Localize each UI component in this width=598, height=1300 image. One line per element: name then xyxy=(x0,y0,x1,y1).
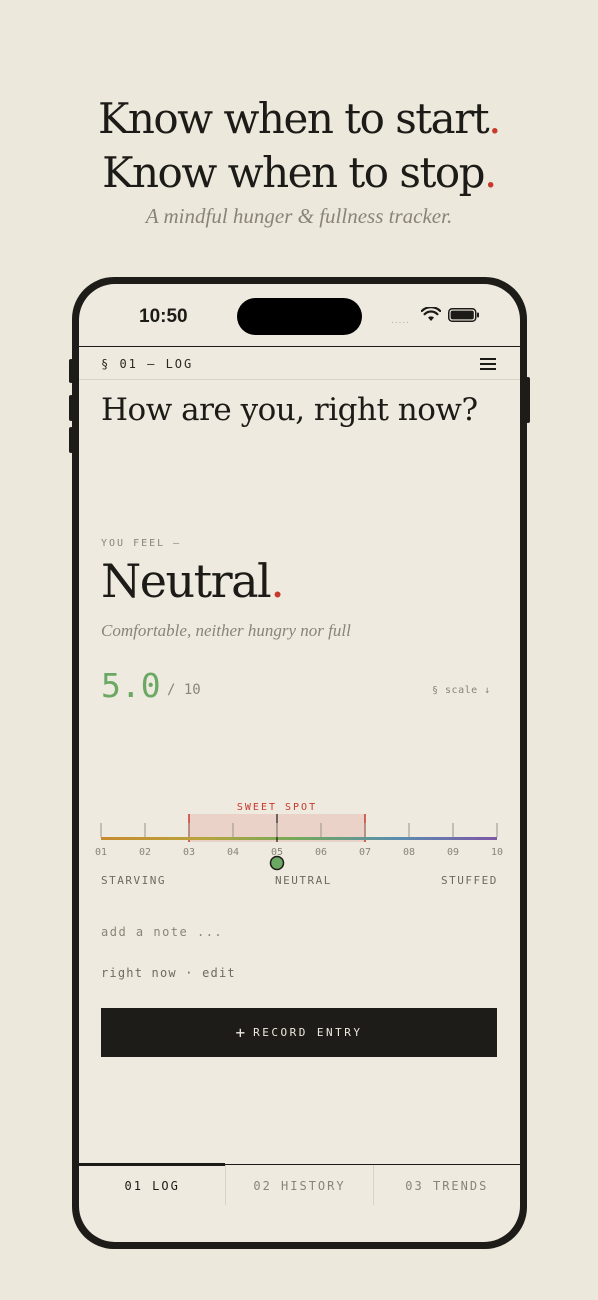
state-word-dot: . xyxy=(270,554,285,608)
phone-screen: 10:50 ..... § 01 — LOG How are you, righ… xyxy=(79,284,520,1242)
score-max: / 10 xyxy=(167,682,201,698)
scale-link[interactable]: § scale ↓ xyxy=(432,685,491,696)
entry-time-edit[interactable]: right now · edit xyxy=(101,966,236,980)
tab-log[interactable]: 01 LOG xyxy=(79,1163,226,1205)
top-bar: § 01 — LOG xyxy=(79,346,520,380)
menu-icon[interactable] xyxy=(480,358,496,370)
battery-icon xyxy=(448,308,479,322)
tab-history[interactable]: 02 HISTORY xyxy=(225,1165,372,1205)
hero-line-1: Know when to start xyxy=(97,94,490,143)
scale-tick-label-04: 04 xyxy=(227,847,239,858)
section-label: § 01 — LOG xyxy=(101,357,194,371)
sweet-spot-label: SWEET SPOT xyxy=(237,802,317,813)
scale-tick-label-07: 07 xyxy=(359,847,371,858)
plus-icon: + xyxy=(235,1023,246,1042)
wifi-icon xyxy=(421,307,441,321)
record-entry-button[interactable]: + RECORD ENTRY xyxy=(101,1008,497,1057)
scale-tick-label-06: 06 xyxy=(315,847,327,858)
anchor-stuffed: STUFFED xyxy=(441,874,498,887)
state-description: Comfortable, neither hungry nor full xyxy=(101,621,351,640)
hero-line-1-dot: . xyxy=(488,94,501,143)
page-title: How are you, right now? xyxy=(101,392,478,428)
hunger-scale-slider[interactable]: SWEET SPOT 01 02 03 04 05 06 07 08 09 10 xyxy=(79,794,520,874)
volume-up-button xyxy=(69,395,73,421)
status-time: 10:50 xyxy=(139,306,188,327)
hero-tagline: A mindful hunger & fullness tracker. xyxy=(145,204,453,228)
state-word-text: Neutral xyxy=(101,554,272,608)
scale-tick-label-01: 01 xyxy=(95,847,107,858)
hero: Know when to start. Know when to stop. A… xyxy=(0,92,598,229)
anchor-neutral: NEUTRAL xyxy=(275,874,332,887)
anchor-starving: STARVING xyxy=(101,874,166,887)
cellular-signal-icon: ..... xyxy=(391,315,410,326)
tab-trends[interactable]: 03 TRENDS xyxy=(372,1165,520,1205)
score-value: 5.0 xyxy=(101,666,161,705)
hero-line-2: Know when to stop xyxy=(102,148,485,197)
scale-tick-label-02: 02 xyxy=(139,847,151,858)
tab-bar: 01 LOG 02 HISTORY 03 TRENDS xyxy=(79,1163,520,1205)
power-button xyxy=(526,377,530,423)
scale-track xyxy=(101,837,497,840)
state-word: Neutral. xyxy=(101,554,285,608)
note-input[interactable] xyxy=(101,925,421,939)
hero-line-2-dot: . xyxy=(484,148,497,197)
scale-thumb[interactable] xyxy=(269,855,285,871)
scale-tick-label-08: 08 xyxy=(403,847,415,858)
hero-headline: Know when to start. Know when to stop. xyxy=(0,92,598,200)
scale-tick-label-10: 10 xyxy=(491,847,503,858)
phone-frame: 10:50 ..... § 01 — LOG How are you, righ… xyxy=(69,277,530,1249)
status-bar: 10:50 ..... xyxy=(79,284,520,346)
dynamic-island xyxy=(237,298,362,335)
record-entry-label: RECORD ENTRY xyxy=(253,1026,363,1039)
volume-down-button xyxy=(69,427,73,453)
feel-label: YOU FEEL — xyxy=(101,538,182,549)
scale-tick-label-09: 09 xyxy=(447,847,459,858)
mute-switch xyxy=(69,359,73,383)
scale-tick-label-03: 03 xyxy=(183,847,195,858)
